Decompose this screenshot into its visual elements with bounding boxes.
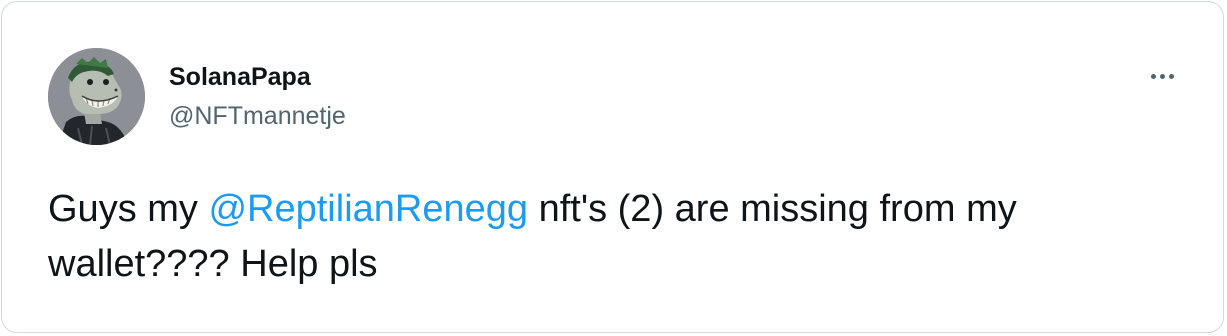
tweet-card: SolanaPapa @NFTmannetje Guys my @Reptili… <box>1 1 1224 333</box>
ellipsis-icon <box>1168 73 1174 79</box>
avatar[interactable] <box>48 48 145 145</box>
tweet-text: Guys my @ReptilianRenegg nft's (2) are m… <box>48 182 1188 292</box>
tweet-text-start: Guys my <box>48 188 209 230</box>
more-options-button[interactable] <box>1144 62 1180 90</box>
user-handle[interactable]: @NFTmannetje <box>169 102 346 130</box>
display-name[interactable]: SolanaPapa <box>169 63 311 91</box>
mention-link[interactable]: @ReptilianRenegg <box>208 188 528 230</box>
ellipsis-icon <box>1159 73 1165 79</box>
tweet-text-middle: nft's (2) are missing from <box>528 188 967 230</box>
ellipsis-icon <box>1150 73 1156 79</box>
reptile-avatar-icon <box>48 48 145 145</box>
